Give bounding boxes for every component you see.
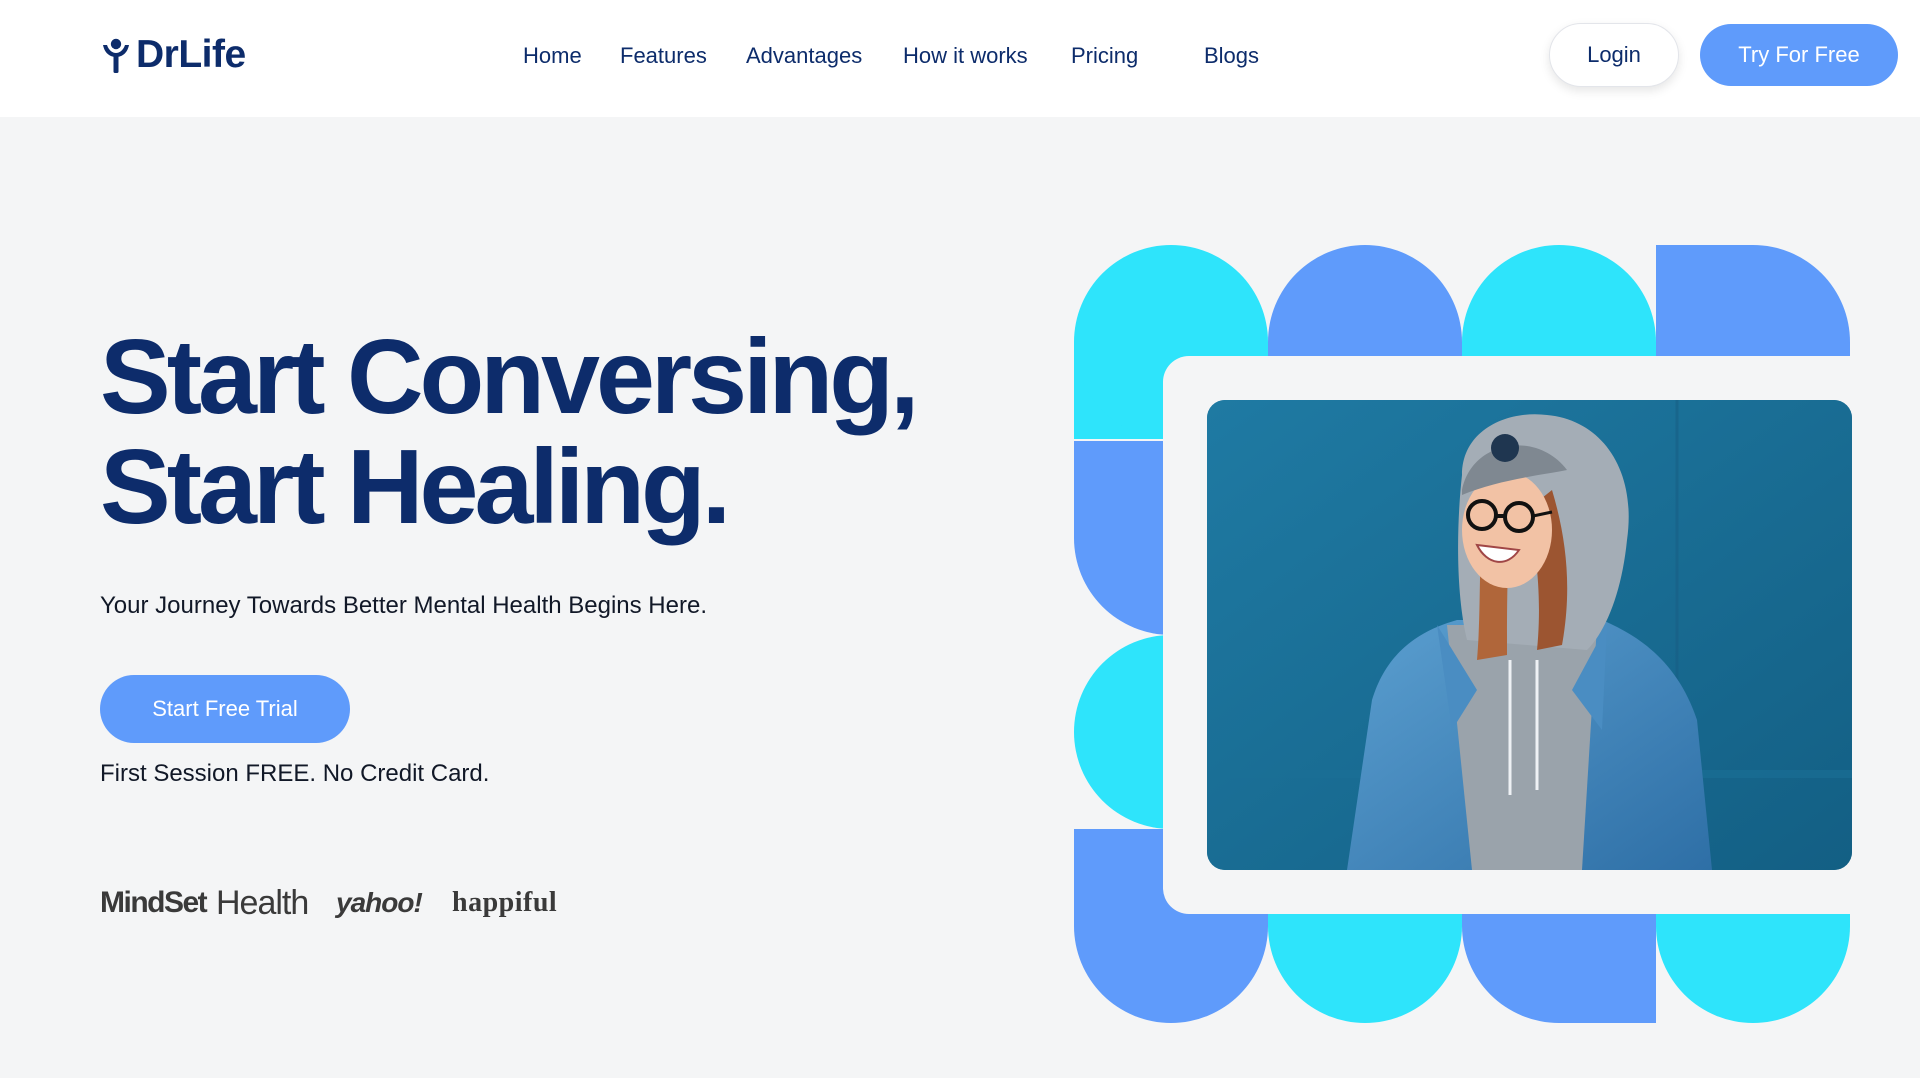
nav-pricing[interactable]: Pricing — [1071, 40, 1138, 72]
press-logo-happiful: happiful — [452, 887, 558, 918]
nav-advantages[interactable]: Advantages — [746, 40, 862, 72]
start-free-trial-button[interactable]: Start Free Trial — [100, 675, 350, 743]
hero-note: First Session FREE. No Credit Card. — [100, 760, 490, 787]
hero-title: Start Conversing, Start Healing. — [100, 322, 1000, 542]
shape-top-1-cap — [1074, 342, 1171, 439]
nav-features[interactable]: Features — [620, 40, 707, 72]
shape-left-2 — [1074, 441, 1171, 635]
hero-title-line-1: Start Conversing, — [100, 318, 920, 436]
nav-blogs[interactable]: Blogs — [1204, 40, 1259, 72]
hero-photo — [1207, 400, 1852, 870]
woman-portrait-illustration — [1207, 400, 1852, 870]
shape-left-3 — [1074, 635, 1171, 829]
press-logo-health: Health — [216, 884, 309, 922]
try-for-free-button[interactable]: Try For Free — [1700, 24, 1898, 86]
nav-home[interactable]: Home — [523, 40, 582, 72]
nav-how-it-works[interactable]: How it works — [903, 40, 1028, 72]
site-header: DrLife Home Features Advantages How it w… — [0, 0, 1920, 117]
press-logo-yahoo: yahoo! — [336, 887, 423, 918]
hero-subtitle: Your Journey Towards Better Mental Healt… — [100, 592, 707, 619]
shape-left-1 — [1074, 342, 1171, 439]
login-button[interactable]: Login — [1549, 23, 1679, 87]
hero-title-line-2: Start Healing. — [100, 428, 731, 546]
press-logo-mindset: MindSet — [100, 886, 208, 919]
